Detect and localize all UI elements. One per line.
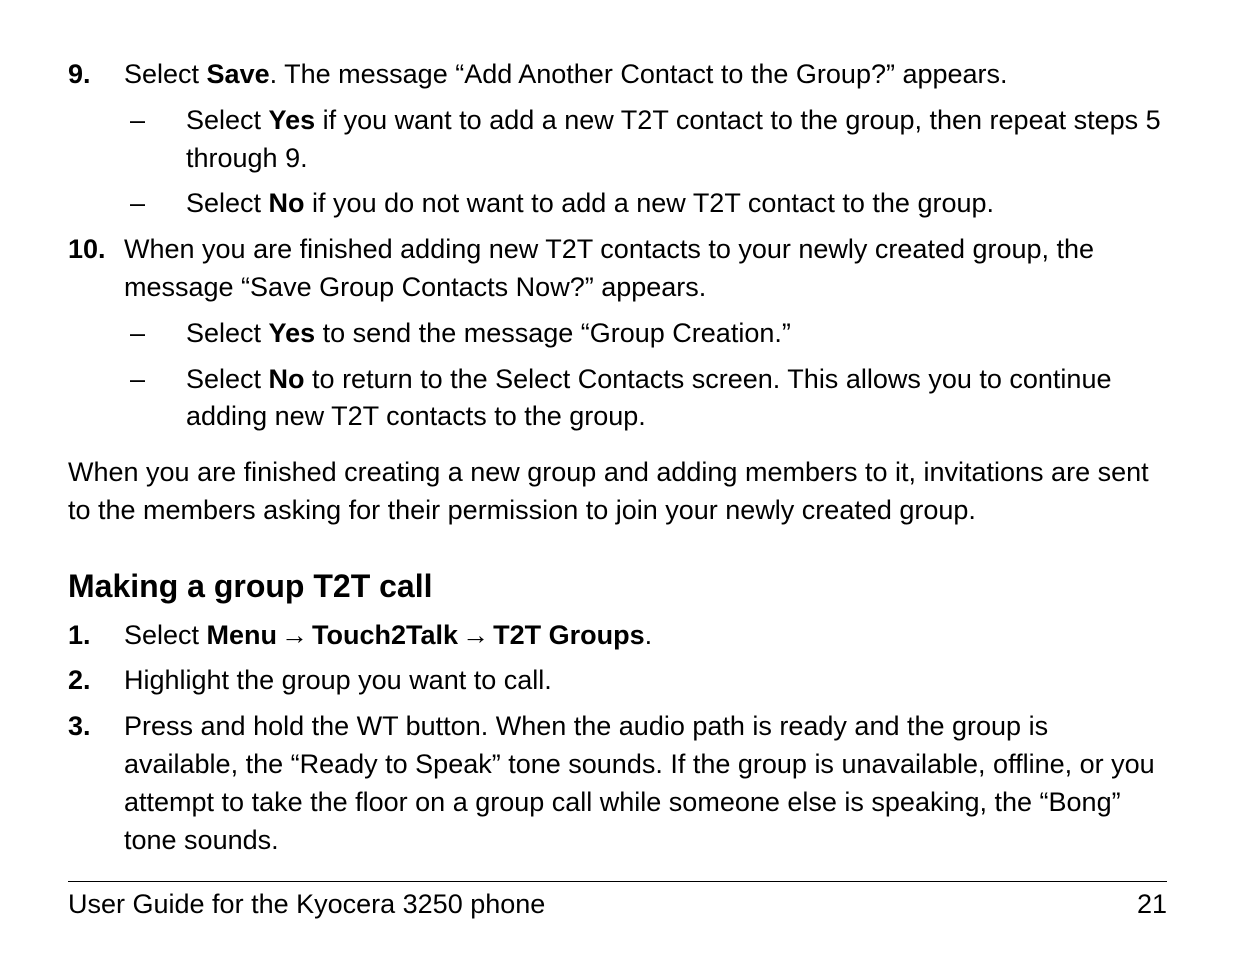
closing-paragraph: When you are finished creating a new gro… [68,454,1167,530]
text: Select [124,59,207,89]
step-body: Press and hold the WT button. When the a… [124,708,1167,859]
sub-marker: – [124,102,186,178]
bold-text: No [269,364,305,394]
text: Select [186,318,269,348]
sub-body: Select No to return to the Select Contac… [186,361,1167,437]
sub-item: – Select No if you do not want to add a … [124,185,1167,223]
sub-marker: – [124,361,186,437]
text: if you do not want to add a new T2T cont… [305,188,994,218]
section-heading: Making a group T2T call [68,564,1167,609]
arrow-icon: → [458,620,493,650]
bold-text: Save [207,59,270,89]
call-step-3: 3. Press and hold the WT button. When th… [68,708,1167,859]
step-9: 9. Select Save. The message “Add Another… [68,56,1167,223]
arrow-icon: → [277,620,312,650]
step-number: 9. [68,56,124,223]
bold-text: Touch2Talk [312,620,458,650]
bold-text: No [269,188,305,218]
footer-title: User Guide for the Kyocera 3250 phone [68,886,545,924]
bold-text: Menu [207,620,278,650]
footer-row: User Guide for the Kyocera 3250 phone 21 [68,882,1167,924]
text: . [645,620,653,650]
sub-list: – Select Yes if you want to add a new T2… [124,102,1167,223]
text: to send the message “Group Creation.” [315,318,791,348]
page-number: 21 [1137,886,1167,924]
text: Select [124,620,207,650]
bold-text: Yes [269,318,316,348]
text: if you want to add a new T2T contact to … [186,105,1161,173]
bold-text: Yes [269,105,316,135]
text: When you are finished adding new T2T con… [124,234,1094,302]
text: to return to the Select Contacts screen.… [186,364,1111,432]
step-body: Highlight the group you want to call. [124,662,1167,700]
sub-body: Select No if you do not want to add a ne… [186,185,1167,223]
page-footer: User Guide for the Kyocera 3250 phone 21 [68,881,1167,924]
call-step-2: 2. Highlight the group you want to call. [68,662,1167,700]
step-number: 10. [68,231,124,436]
text: . The message “Add Another Contact to th… [270,59,1008,89]
bold-text: T2T Groups [493,620,645,650]
sub-marker: – [124,185,186,223]
step-body: When you are finished adding new T2T con… [124,231,1167,436]
sub-body: Select Yes if you want to add a new T2T … [186,102,1167,178]
step-10: 10. When you are finished adding new T2T… [68,231,1167,436]
sub-item: – Select Yes if you want to add a new T2… [124,102,1167,178]
sub-item: – Select Yes to send the message “Group … [124,315,1167,353]
step-body: Select Menu→Touch2Talk→T2T Groups. [124,617,1167,655]
step-number: 1. [68,617,124,655]
text: Select [186,105,269,135]
document-page: 9. Select Save. The message “Add Another… [0,0,1235,954]
text: Select [186,364,269,394]
step-number: 2. [68,662,124,700]
sub-body: Select Yes to send the message “Group Cr… [186,315,1167,353]
step-body: Select Save. The message “Add Another Co… [124,56,1167,223]
text: Select [186,188,269,218]
sub-list: – Select Yes to send the message “Group … [124,315,1167,436]
sub-marker: – [124,315,186,353]
step-number: 3. [68,708,124,859]
sub-item: – Select No to return to the Select Cont… [124,361,1167,437]
call-step-1: 1. Select Menu→Touch2Talk→T2T Groups. [68,617,1167,655]
